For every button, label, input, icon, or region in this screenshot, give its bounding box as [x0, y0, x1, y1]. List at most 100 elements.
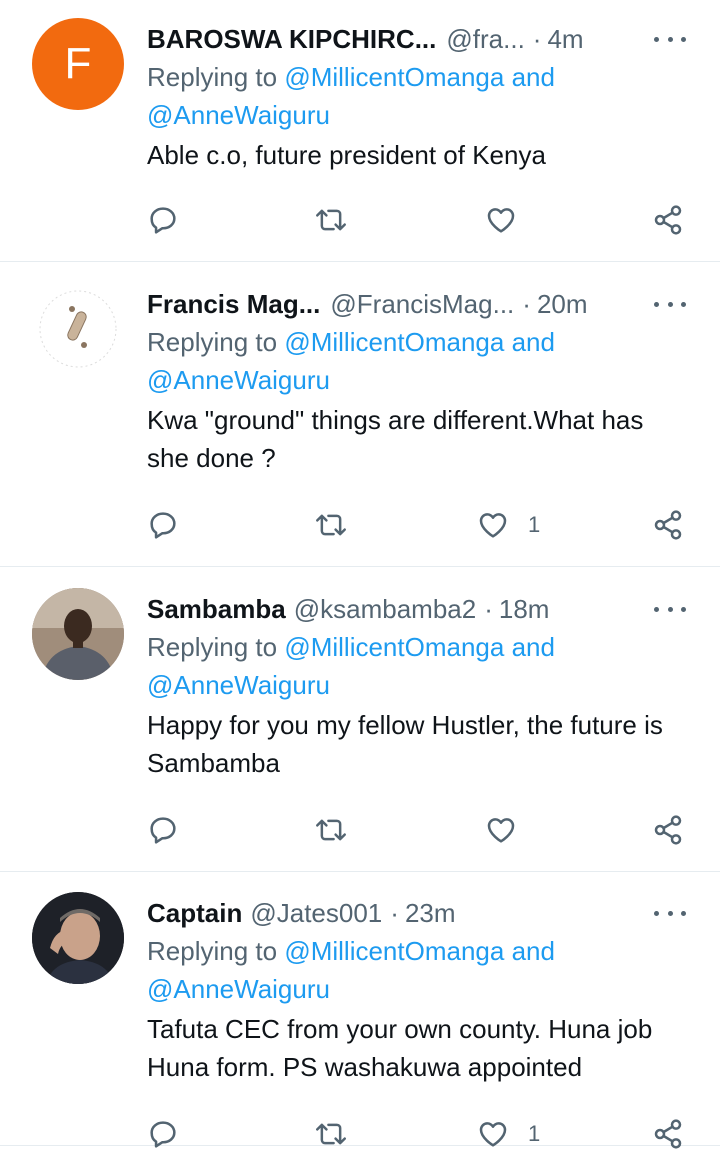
avatar[interactable]: [32, 588, 124, 680]
avatar[interactable]: [32, 892, 124, 984]
like-count: 1: [528, 512, 541, 537]
action-bar: [147, 200, 690, 240]
like-count: 1: [528, 1121, 541, 1146]
share-icon: [654, 205, 682, 235]
replying-to: Replying to @MillicentOmanga and @AnneWai…: [147, 58, 690, 134]
avatar[interactable]: F: [32, 18, 124, 110]
retweet-button[interactable]: [314, 1114, 348, 1154]
mention-and[interactable]: and: [504, 62, 555, 92]
like-button[interactable]: [484, 200, 536, 240]
like-icon: [487, 208, 515, 233]
share-button[interactable]: [652, 505, 684, 545]
mention-and[interactable]: and: [504, 327, 555, 357]
mention-link[interactable]: @MillicentOmanga: [284, 62, 504, 92]
share-icon: [654, 510, 682, 540]
retweet-icon: [316, 1123, 346, 1145]
share-button[interactable]: [652, 1114, 684, 1154]
more-icon[interactable]: [654, 900, 686, 926]
avatar[interactable]: [32, 283, 124, 375]
retweet-icon: [316, 819, 346, 841]
like-button[interactable]: 1: [476, 1114, 540, 1154]
retweet-icon: [316, 209, 346, 231]
reply-feed: F BAROSWA KIPCHIRC... @fra... · 4m Reply…: [0, 0, 720, 1157]
mention-and[interactable]: and: [504, 936, 555, 966]
user-handle[interactable]: @fra...: [446, 24, 524, 55]
user-handle[interactable]: @FrancisMag...: [330, 289, 514, 320]
display-name[interactable]: Francis Mag...: [147, 289, 320, 320]
retweet-button[interactable]: [314, 810, 348, 850]
retweet-button[interactable]: [314, 505, 348, 545]
mention-link[interactable]: @AnneWaiguru: [147, 974, 330, 1004]
mention-link[interactable]: @AnneWaiguru: [147, 100, 330, 130]
tweet-body: BAROSWA KIPCHIRC... @fra... · 4m Replyin…: [147, 20, 690, 174]
tweet[interactable]: Captain @Jates001 · 23m Replying to @Mil…: [0, 874, 720, 1149]
tweet-header: Sambamba @ksambamba2 · 18m: [147, 590, 690, 628]
user-handle[interactable]: @ksambamba2: [294, 594, 476, 625]
action-bar: [147, 810, 690, 850]
replying-to: Replying to @MillicentOmanga and @AnneWai…: [147, 628, 690, 704]
timestamp[interactable]: 20m: [537, 289, 588, 320]
tweet-body: Francis Mag... @FrancisMag... · 20m Repl…: [147, 285, 690, 477]
user-handle[interactable]: @Jates001: [250, 898, 382, 929]
tweet[interactable]: Sambamba @ksambamba2 · 18m Replying to @…: [0, 570, 720, 872]
tweet-text: Kwa "ground" things are different.What h…: [147, 405, 644, 473]
person-photo-icon: [32, 892, 124, 984]
reply-icon: [150, 817, 176, 844]
more-icon[interactable]: [654, 291, 686, 317]
like-button[interactable]: [484, 810, 536, 850]
tweet-header: Francis Mag... @FrancisMag... · 20m: [147, 285, 690, 323]
mention-link[interactable]: @MillicentOmanga: [284, 327, 504, 357]
more-icon[interactable]: [654, 596, 686, 622]
tweet-header: Captain @Jates001 · 23m: [147, 894, 690, 932]
tweet-text: Tafuta CEC from your own county. Huna jo…: [147, 1014, 653, 1082]
tweet-header: BAROSWA KIPCHIRC... @fra... · 4m: [147, 20, 690, 58]
action-bar: 1: [147, 505, 690, 545]
replying-to: Replying to @MillicentOmanga and @AnneWai…: [147, 932, 690, 1008]
reply-prefix: Replying to: [147, 936, 285, 966]
reply-prefix: Replying to: [147, 62, 285, 92]
more-icon[interactable]: [654, 26, 686, 52]
tweet[interactable]: Francis Mag... @FrancisMag... · 20m Repl…: [0, 265, 720, 567]
like-icon: [479, 513, 507, 538]
replying-to: Replying to @MillicentOmanga and @AnneWai…: [147, 323, 690, 399]
mention-and[interactable]: and: [504, 632, 555, 662]
mention-link[interactable]: @AnneWaiguru: [147, 670, 330, 700]
reply-button[interactable]: [147, 505, 179, 545]
mention-link[interactable]: @AnneWaiguru: [147, 365, 330, 395]
tweet-body: Sambamba @ksambamba2 · 18m Replying to @…: [147, 590, 690, 782]
tweet-text: Happy for you my fellow Hustler, the fut…: [147, 710, 663, 778]
mention-link[interactable]: @MillicentOmanga: [284, 632, 504, 662]
timestamp[interactable]: 18m: [499, 594, 550, 625]
timestamp[interactable]: 23m: [405, 898, 456, 929]
tweet-body: Captain @Jates001 · 23m Replying to @Mil…: [147, 894, 690, 1086]
person-photo-icon: [32, 588, 124, 680]
display-name[interactable]: Sambamba: [147, 594, 286, 625]
tweet[interactable]: F BAROSWA KIPCHIRC... @fra... · 4m Reply…: [0, 0, 720, 262]
reply-button[interactable]: [147, 1114, 179, 1154]
reply-prefix: Replying to: [147, 327, 285, 357]
separator-dot: ·: [484, 593, 493, 624]
separator-dot: ·: [390, 897, 399, 928]
timestamp[interactable]: 4m: [547, 24, 583, 55]
display-name[interactable]: Captain: [147, 898, 242, 929]
mention-link[interactable]: @MillicentOmanga: [284, 936, 504, 966]
tweet-text: Able c.o, future president of Kenya: [147, 140, 546, 170]
share-button[interactable]: [652, 200, 684, 240]
separator-dot: ·: [522, 288, 531, 319]
share-icon: [654, 1119, 682, 1149]
like-button[interactable]: 1: [476, 505, 540, 545]
reply-button[interactable]: [147, 810, 179, 850]
reply-prefix: Replying to: [147, 632, 285, 662]
reply-button[interactable]: [147, 200, 179, 240]
share-icon: [654, 815, 682, 845]
reply-icon: [150, 1121, 176, 1148]
reply-icon: [150, 512, 176, 539]
share-button[interactable]: [652, 810, 684, 850]
retweet-icon: [316, 514, 346, 536]
like-icon: [479, 1122, 507, 1147]
logo-avatar-icon: [39, 290, 117, 368]
retweet-button[interactable]: [314, 200, 348, 240]
action-bar: 1: [147, 1114, 690, 1154]
display-name[interactable]: BAROSWA KIPCHIRC...: [147, 24, 436, 55]
reply-icon: [150, 207, 176, 234]
